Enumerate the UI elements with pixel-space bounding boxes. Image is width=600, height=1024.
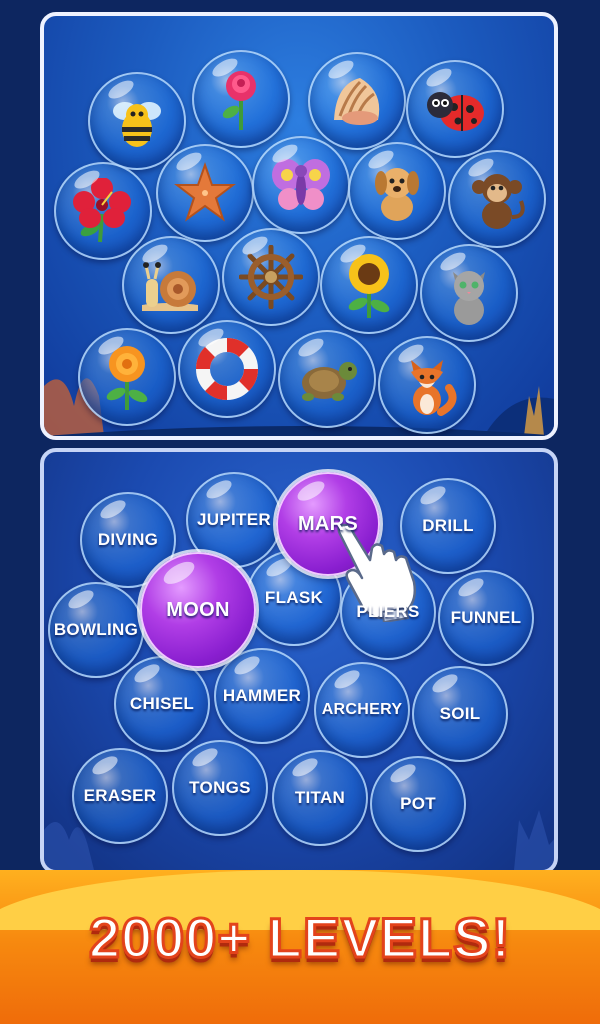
word-label: ARCHERY (321, 701, 403, 718)
word-label: ERASER (83, 786, 157, 805)
hibiscus-bubble[interactable] (54, 162, 152, 260)
seashell-icon (334, 78, 380, 125)
bee-bubble[interactable] (88, 72, 186, 170)
word-bubble-soil[interactable]: SOIL (412, 666, 508, 762)
seashell-bubble[interactable] (308, 52, 406, 150)
starfish-icon (174, 161, 236, 222)
word-label: DRILL (422, 516, 474, 535)
word-label: TITAN (294, 788, 346, 807)
turtle-bubble[interactable] (278, 330, 376, 428)
word-bubble-funnel[interactable]: FUNNEL (438, 570, 534, 666)
word-label: SOIL (439, 704, 481, 723)
snail-bubble[interactable] (122, 236, 220, 334)
word-label: DIVING (97, 530, 159, 549)
word-label: JUPITER (197, 510, 271, 529)
word-label: FLASK (264, 588, 324, 607)
ship-wheel-bubble[interactable] (222, 228, 320, 326)
hibiscus-icon (73, 178, 131, 243)
levels-banner-text: 2000+ LEVELS! (87, 905, 512, 971)
word-label: HAMMER (222, 686, 302, 705)
snail-icon (142, 262, 198, 311)
butterfly-icon (272, 159, 330, 210)
butterfly-bubble[interactable] (252, 136, 350, 234)
sunflower-icon (348, 254, 390, 318)
monkey-bubble[interactable] (448, 150, 546, 248)
marigold-icon (106, 346, 148, 410)
fox-bubble[interactable] (378, 336, 476, 434)
word-label: PLIERS (356, 602, 420, 621)
picture-board (40, 12, 558, 440)
ladybug-bubble[interactable] (406, 60, 504, 158)
word-bubble-chisel[interactable]: CHISEL (114, 656, 210, 752)
word-label: POT (400, 794, 436, 813)
monkey-icon (472, 174, 525, 229)
rose-icon (222, 71, 256, 130)
word-bubble-archery[interactable]: ARCHERY (314, 662, 410, 758)
fox-icon (411, 360, 457, 416)
word-bubble-eraser[interactable]: ERASER (72, 748, 168, 844)
word-label: MOON (166, 598, 230, 621)
life-ring-bubble[interactable] (178, 320, 276, 418)
word-label: TONGS (189, 778, 251, 797)
word-label: BOWLING (53, 620, 139, 639)
word-bubble-pot[interactable]: POT (370, 756, 466, 852)
word-bubble-moon-selected[interactable]: MOON (140, 552, 256, 668)
puppy-bubble[interactable] (348, 142, 446, 240)
kitten-bubble[interactable] (420, 244, 518, 342)
turtle-icon (302, 362, 357, 401)
life-ring-icon (195, 337, 259, 401)
marigold-bubble[interactable] (78, 328, 176, 426)
sunflower-bubble[interactable] (320, 236, 418, 334)
starfish-bubble[interactable] (156, 144, 254, 242)
bee-icon (113, 102, 161, 147)
word-bubble-hammer[interactable]: HAMMER (214, 648, 310, 744)
rose-bubble[interactable] (192, 50, 290, 148)
word-bubble-bowling[interactable]: BOWLING (48, 582, 144, 678)
puppy-icon (375, 168, 419, 221)
ship-wheel-icon (239, 245, 303, 309)
word-label: CHISEL (129, 694, 195, 713)
word-bubble-titan[interactable]: TITAN (272, 750, 368, 846)
word-bubble-tongs[interactable]: TONGS (172, 740, 268, 836)
ladybug-icon (427, 92, 484, 131)
kitten-icon (453, 271, 485, 325)
word-label: FUNNEL (450, 608, 522, 627)
word-board: DIVING JUPITER DRILL FLASK PLIERS BOWLIN… (40, 448, 558, 874)
word-label: MARS (297, 512, 359, 535)
